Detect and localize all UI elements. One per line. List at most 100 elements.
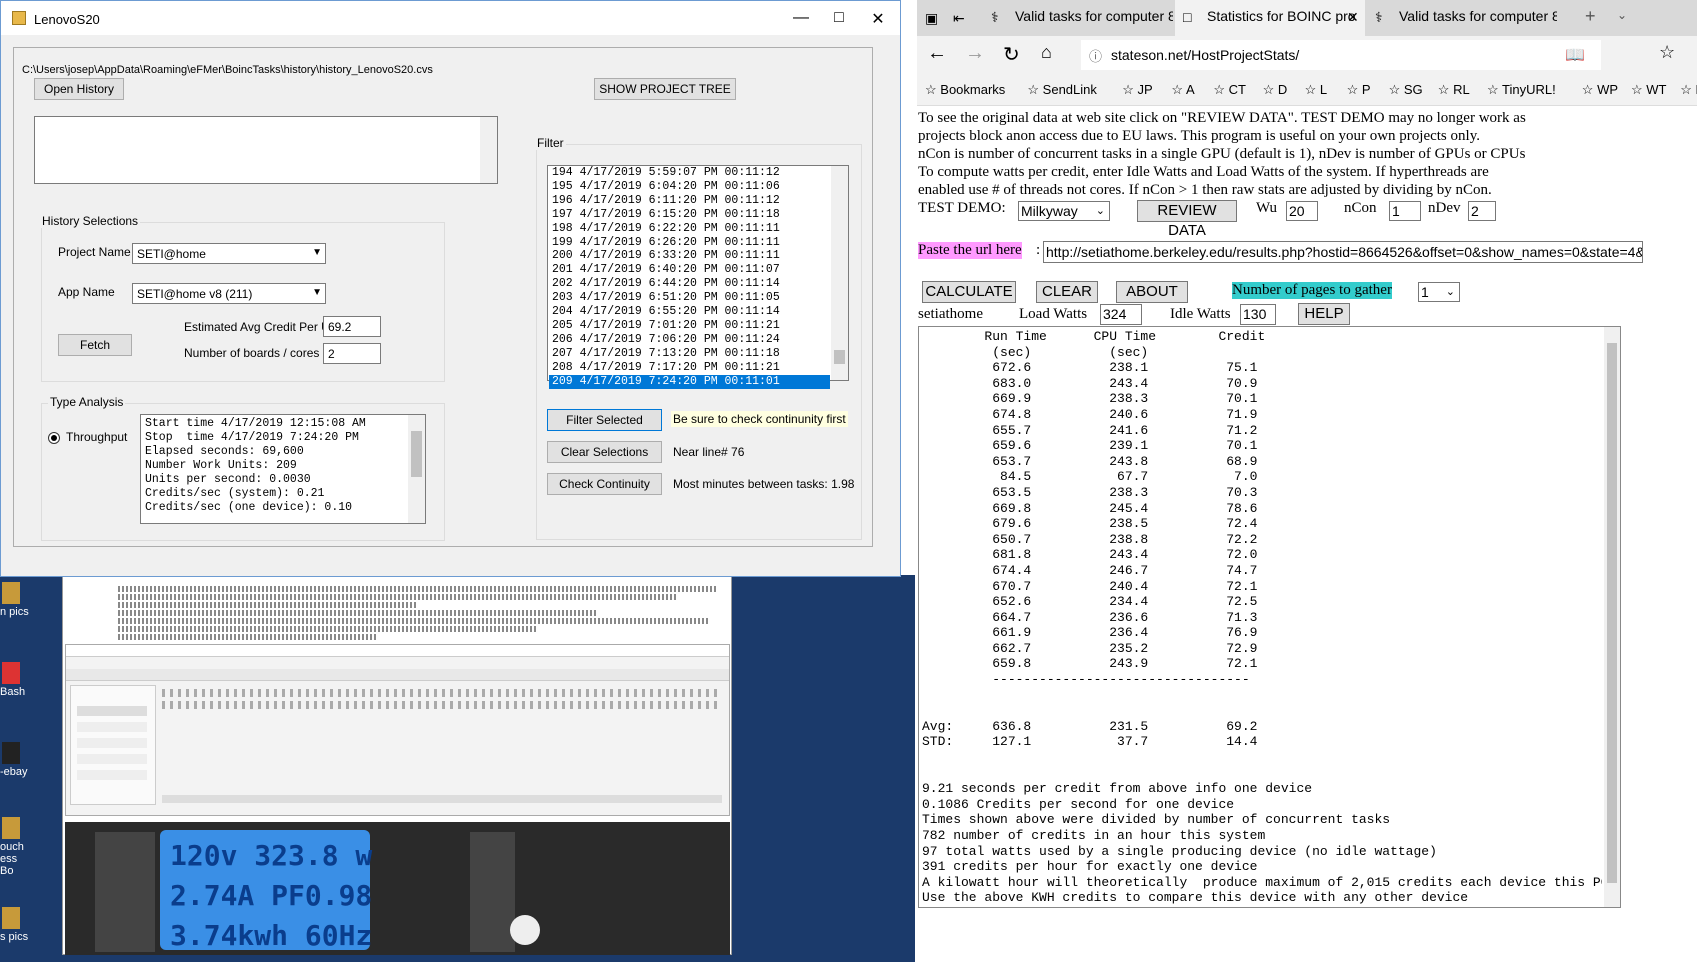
boinc-manager-window[interactable] [65,644,730,816]
back-icon[interactable]: ← [927,42,947,65]
horizontal-scrollbar[interactable] [162,795,722,803]
bookmark-item[interactable]: ☆ H [1680,82,1697,98]
close-tab-icon[interactable]: ✕ [1347,9,1359,26]
bookmark-item[interactable]: ☆ L [1305,82,1328,98]
est-avg-credit-input[interactable]: 69.2 [323,316,381,337]
bookmark-item[interactable]: ☆ SG [1389,82,1423,98]
review-data-button[interactable]: REVIEW DATA [1137,200,1237,239]
bookmark-item[interactable]: ☆ RL [1438,82,1470,98]
vertical-scrollbar[interactable] [1604,327,1620,907]
filter-row[interactable]: 200 4/17/2019 6:33:20 PM 00:11:11 [549,249,830,263]
bookmark-item[interactable]: ☆ TinyURL! [1487,82,1556,98]
ndev-input[interactable]: 2 [1468,201,1496,221]
window-titlebar[interactable]: LenovoS20 — □ ✕ [1,1,900,35]
refresh-icon[interactable]: ↻ [1003,42,1020,67]
filter-row[interactable]: 201 4/17/2019 6:40:20 PM 00:11:07 [549,263,830,277]
wu-input[interactable]: 20 [1286,201,1318,221]
filter-row[interactable]: 204 4/17/2019 6:55:20 PM 00:11:14 [549,305,830,319]
scroll-thumb[interactable] [411,431,422,477]
paste-url-input[interactable]: http://setiathome.berkeley.edu/results.p… [1043,241,1643,263]
bookmark-item[interactable]: ☆ WT [1631,82,1667,98]
ncon-input[interactable]: 1 [1389,201,1421,221]
boards-input[interactable]: 2 [323,343,381,364]
filter-row[interactable]: 194 4/17/2019 5:59:07 PM 00:11:12 [549,166,830,180]
filter-row[interactable]: 207 4/17/2019 7:13:20 PM 00:11:18 [549,347,830,361]
lenovo-history-window[interactable]: LenovoS20 — □ ✕ C:\Users\josep\AppData\R… [0,0,901,577]
filter-row[interactable]: 203 4/17/2019 6:51:20 PM 00:11:05 [549,291,830,305]
filter-row[interactable]: 205 4/17/2019 7:01:20 PM 00:11:21 [549,319,830,333]
bookmark-item[interactable]: ☆ WP [1582,82,1618,98]
results-textarea[interactable]: Run Time CPU Time Credit (sec) (sec) 672… [918,326,1621,908]
filter-listbox[interactable]: 194 4/17/2019 5:59:07 PM 00:11:12 195 4/1… [547,165,849,389]
filter-row[interactable]: 208 4/17/2019 7:17:20 PM 00:11:21 [549,361,830,375]
show-all-tasks-button[interactable] [77,706,147,716]
bookmark-item[interactable]: ☆ SendLink [1027,82,1097,98]
open-history-button[interactable]: Open History [34,78,124,100]
notes-textarea[interactable] [34,116,498,184]
desktop-icon[interactable]: -ebay [0,740,30,778]
bookmark-item[interactable]: ☆ CT [1213,82,1246,98]
maximize-icon[interactable]: □ [824,9,854,27]
filter-row[interactable]: 202 4/17/2019 6:44:20 PM 00:11:14 [549,277,830,291]
new-tab-icon[interactable]: + [1585,6,1596,27]
show-graphics-button[interactable] [77,722,147,732]
pages-select[interactable]: 1 ⌄ [1418,282,1460,302]
set-tabs-aside-icon[interactable]: ⇤ [953,10,965,27]
vertical-scrollbar[interactable] [408,415,425,523]
tab-statistics[interactable]: □ Statistics for BOINC pro ✕ [1175,0,1365,36]
tab-list-chevron-icon[interactable]: ⌄ [1617,8,1627,22]
idle-watts-label: Idle Watts [1170,306,1231,322]
about-button[interactable]: ABOUT [1116,281,1188,303]
abort-button[interactable] [77,754,147,764]
fetch-button[interactable]: Fetch [58,334,132,356]
vertical-scrollbar[interactable] [831,166,848,380]
project-name-select[interactable]: SETI@home ▼ [132,243,326,264]
clear-selections-button[interactable]: Clear Selections [547,441,662,463]
bookmark-item[interactable]: ☆ A [1171,82,1194,98]
clear-button[interactable]: CLEAR [1036,281,1098,303]
bookmark-item[interactable]: ☆ D [1263,82,1288,98]
task-row[interactable] [162,701,722,709]
app-name-select[interactable]: SETI@home v8 (211) ▼ [132,283,326,304]
suspend-button[interactable] [77,738,147,748]
desktop-icon[interactable]: n pics [0,580,30,618]
test-demo-select[interactable]: Milkyway ⌄ [1018,201,1110,221]
bookmark-item[interactable]: ☆ JP [1122,82,1152,98]
properties-button[interactable] [77,770,147,780]
throughput-radio[interactable] [48,432,60,444]
tab-valid-tasks-1[interactable]: ⚕ Valid tasks for computer 86 [983,0,1173,36]
analysis-output[interactable]: Start time 4/17/2019 12:15:08 AM Stop ti… [140,414,426,524]
close-icon[interactable]: ✕ [863,9,893,29]
idle-watts-input[interactable]: 130 [1240,304,1276,325]
tab-preview-icon[interactable]: ▣ [925,10,938,27]
desktop-icon[interactable]: ouch ess Bo [0,815,30,877]
filter-row[interactable]: 206 4/17/2019 7:06:20 PM 00:11:24 [549,333,830,347]
favorite-star-icon[interactable]: ☆ [1659,42,1675,63]
bookmark-item[interactable]: ☆ Bookmarks [925,82,1005,98]
task-row[interactable] [162,689,722,697]
help-button[interactable]: HELP [1298,303,1350,325]
calculate-button[interactable]: CALCULATE [922,281,1016,303]
home-icon[interactable]: ⌂ [1041,42,1052,63]
reading-view-icon[interactable]: 📖 [1565,45,1585,65]
scroll-thumb[interactable] [1607,343,1617,883]
forward-icon[interactable]: → [965,42,985,65]
desktop-icon[interactable]: s pics [0,905,30,943]
vertical-scrollbar[interactable] [480,117,497,183]
filter-selected-button[interactable]: Filter Selected [547,409,662,431]
minimize-icon[interactable]: — [786,9,816,27]
filter-row[interactable]: 209 4/17/2019 7:24:20 PM 00:11:01 [549,374,830,389]
filter-row[interactable]: 195 4/17/2019 6:04:20 PM 00:11:06 [549,180,830,194]
scroll-thumb[interactable] [834,350,845,364]
filter-row[interactable]: 199 4/17/2019 6:26:20 PM 00:11:11 [549,236,830,250]
show-project-tree-button[interactable]: SHOW PROJECT TREE [594,78,736,100]
desktop-icon[interactable]: Bash [0,660,30,698]
filter-row[interactable]: 197 4/17/2019 6:15:20 PM 00:11:18 [549,208,830,222]
filter-row[interactable]: 198 4/17/2019 6:22:20 PM 00:11:11 [549,222,830,236]
filter-row[interactable]: 196 4/17/2019 6:11:20 PM 00:11:12 [549,194,830,208]
bookmark-item[interactable]: ☆ P [1347,82,1371,98]
address-bar[interactable]: ⓘ stateson.net/HostProjectStats/ 📖 [1081,40,1601,70]
load-watts-input[interactable]: 324 [1100,304,1142,325]
tab-valid-tasks-2[interactable]: ⚕ Valid tasks for computer 86 [1367,0,1557,36]
check-continuity-button[interactable]: Check Continuity [547,473,662,495]
